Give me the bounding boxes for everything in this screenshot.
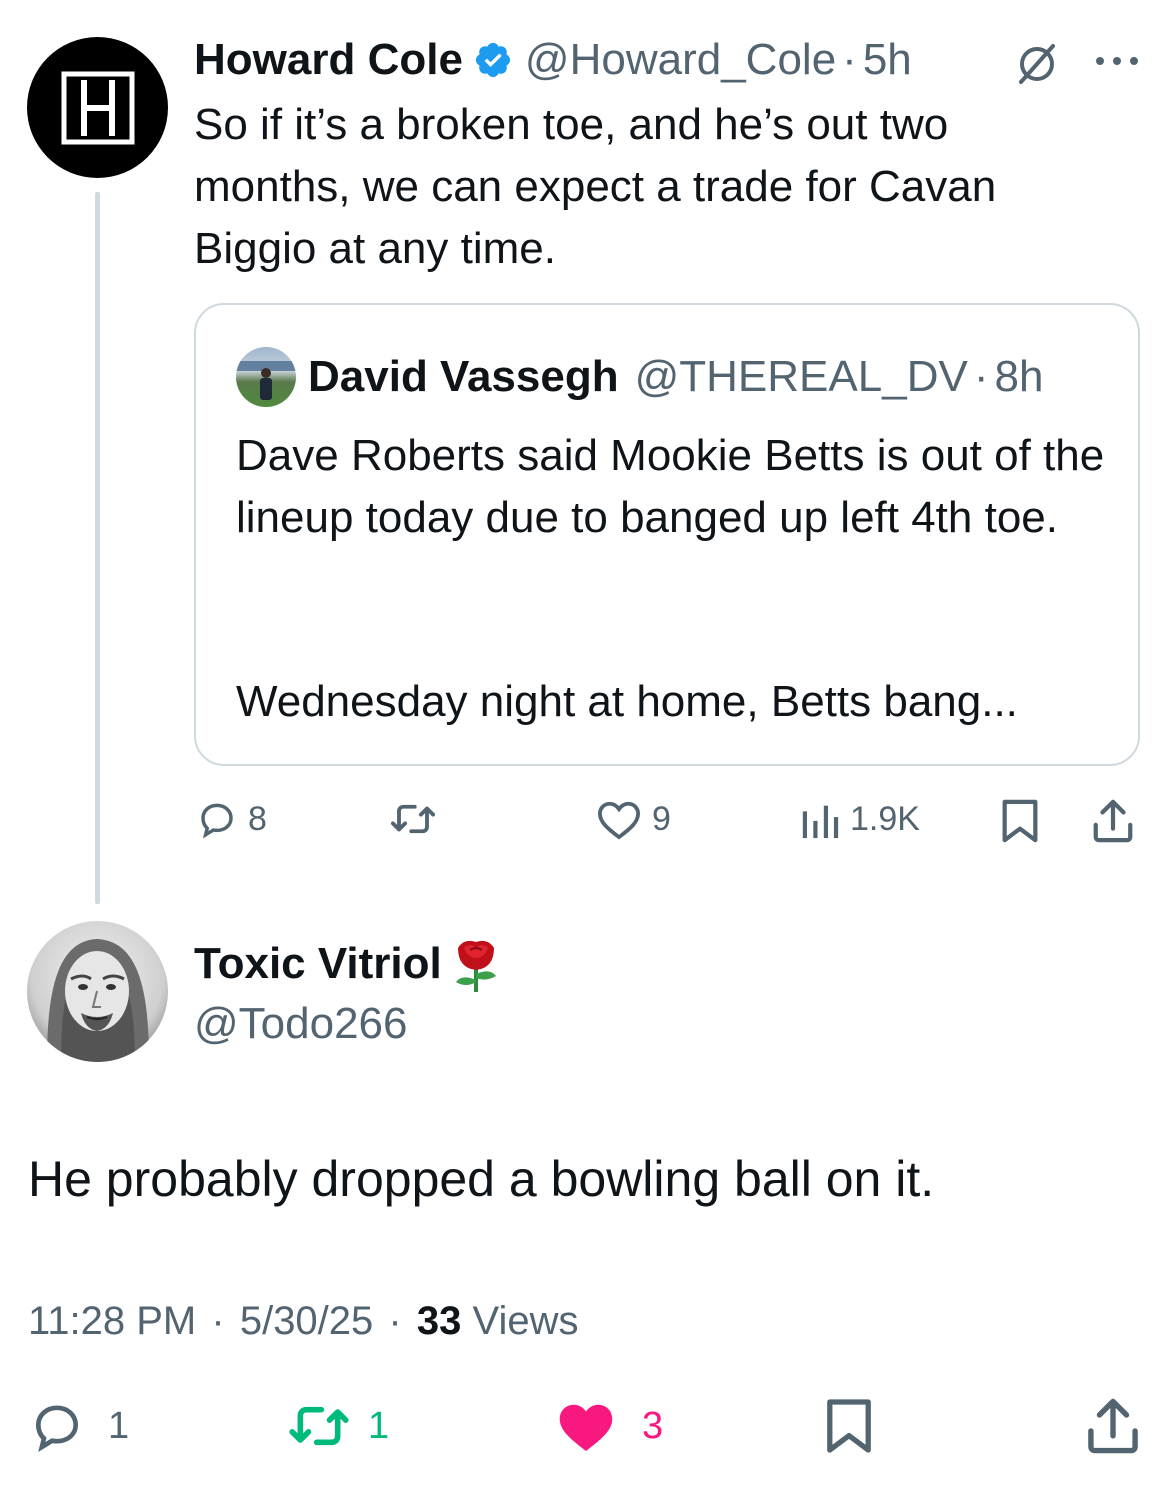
tweet-date[interactable]: 5/30/25 (240, 1299, 373, 1343)
heart-outline-icon (597, 801, 641, 840)
tweet-timestamp[interactable]: 11:28 PM (28, 1299, 196, 1343)
views-button[interactable]: 1.9K (800, 798, 920, 840)
reply-count: 8 (248, 799, 267, 838)
thread-connector-line (95, 192, 100, 904)
reply-button[interactable]: 8 (196, 798, 267, 840)
avatar-toxic-vitriol[interactable] (27, 921, 168, 1062)
share-icon (1088, 1398, 1138, 1454)
rose-emoji-icon (448, 934, 504, 994)
retweet-button[interactable] (388, 798, 448, 840)
separator-dot: · (973, 352, 989, 401)
quote-author-name: David Vassegh (308, 352, 619, 401)
retweet-icon (289, 1406, 349, 1446)
avatar-david-vassegh (236, 347, 296, 407)
retweet-button-focused[interactable]: 1 (286, 1398, 389, 1454)
verified-badge-icon (473, 40, 513, 80)
avatar-howard-cole[interactable] (27, 37, 168, 178)
tweet-time[interactable]: 5h (863, 35, 912, 85)
share-icon (1093, 799, 1133, 843)
parent-tweet-header: Howard Cole @Howard_Cole · 5h (194, 32, 912, 88)
reply-author-row: Toxic Vitriol (194, 934, 504, 994)
bookmark-button[interactable] (1000, 798, 1040, 844)
separator-dot: · (211, 1299, 225, 1343)
views-count-total: 33 (416, 1299, 462, 1343)
share-button[interactable] (1091, 798, 1135, 844)
quoted-tweet-card[interactable]: David Vassegh @THEREAL_DV · 8h Dave Robe… (194, 303, 1140, 766)
grok-icon[interactable] (1013, 40, 1061, 88)
retweet-icon (390, 804, 436, 834)
bookmark-button-focused[interactable] (825, 1396, 873, 1456)
share-button-focused[interactable] (1086, 1396, 1140, 1456)
separator-dot: · (842, 35, 857, 84)
retweet-count: 1 (368, 1404, 390, 1447)
views-count: 1.9K (850, 799, 920, 838)
like-count: 3 (642, 1404, 664, 1447)
heart-filled-icon (559, 1404, 613, 1451)
views-label: Views (472, 1299, 579, 1343)
author-handle[interactable]: @Howard_Cole (525, 35, 836, 85)
tweet-meta-row: 11:28 PM · 5/30/25 · 33 Views (28, 1296, 578, 1346)
separator-dot: · (388, 1299, 402, 1343)
more-options-icon[interactable] (1094, 55, 1140, 67)
quote-text-paragraph-1: Dave Roberts said Mookie Betts is out of… (236, 431, 1105, 542)
bookmark-icon (1002, 799, 1038, 843)
reply-tweet-text: He probably dropped a bowling ball on it… (28, 1151, 935, 1207)
author-name[interactable]: Howard Cole (194, 35, 463, 85)
bookmark-icon (827, 1399, 871, 1453)
quote-time: 8h (994, 352, 1044, 401)
analytics-bars-icon (802, 805, 839, 839)
quote-author-handle: @THEREAL_DV (634, 352, 968, 401)
like-count: 9 (652, 799, 671, 838)
reply-author-handle[interactable]: @Todo266 (194, 996, 408, 1052)
reply-button-focused[interactable]: 1 (28, 1398, 129, 1454)
reply-count: 1 (108, 1404, 130, 1447)
h-logo-icon (61, 71, 134, 144)
like-button-focused[interactable]: 3 (556, 1398, 663, 1454)
quote-header: David Vassegh @THEREAL_DV · 8h (308, 347, 1043, 407)
parent-tweet-text: So if it’s a broken toe, and he’s out tw… (194, 100, 997, 273)
reply-icon (35, 1405, 79, 1452)
like-button[interactable]: 9 (596, 798, 671, 840)
reply-icon (201, 803, 233, 839)
reply-author-name[interactable]: Toxic Vitriol (194, 939, 442, 989)
quote-text-paragraph-2: Wednesday night at home, Betts bang... (236, 677, 1018, 726)
